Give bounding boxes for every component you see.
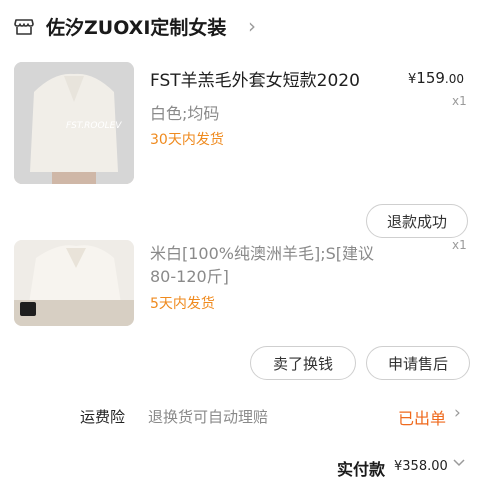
product-spec: 米白[100%纯澳洲羊毛];S[建议80-120斤] [150,244,375,286]
product-title[interactable]: FST羊羔毛外套女短款2020 [150,66,360,91]
shipping-time: 30天内发货 [150,132,224,148]
product-price: ¥159.00 [408,69,464,87]
chevron-right-icon[interactable]: › [454,403,461,423]
refund-success-button[interactable]: 退款成功 [366,204,468,238]
shipping-insurance-label: 运费险 [80,408,126,426]
store-name[interactable]: 佐汐ZUOXI定制女装 [46,13,226,40]
shipping-time: 5天内发货 [150,296,215,312]
image-watermark: FST.ROOLEV [66,121,122,131]
shipping-insurance-desc: 退换货可自动理赔 [148,408,269,426]
request-after-sale-button[interactable]: 申请售后 [366,346,470,380]
product-spec: 白色;均码 [150,104,220,123]
product-quantity: x1 [452,238,467,252]
paid-label: 实付款 [337,460,386,479]
product-image-2[interactable] [14,240,134,326]
store-icon [14,18,34,36]
product-quantity: x1 [452,94,467,108]
price-integer: 159 [416,69,445,87]
product-image-1[interactable]: FST.ROOLEV [14,62,134,184]
chevron-right-icon[interactable]: › [248,14,256,38]
paid-amount: ¥358.00 [394,459,448,474]
insurance-status[interactable]: 已出单 [398,405,446,429]
price-decimal: .00 [444,72,465,86]
chevron-down-icon[interactable] [452,456,466,472]
sell-for-cash-button[interactable]: 卖了换钱 [250,346,356,380]
